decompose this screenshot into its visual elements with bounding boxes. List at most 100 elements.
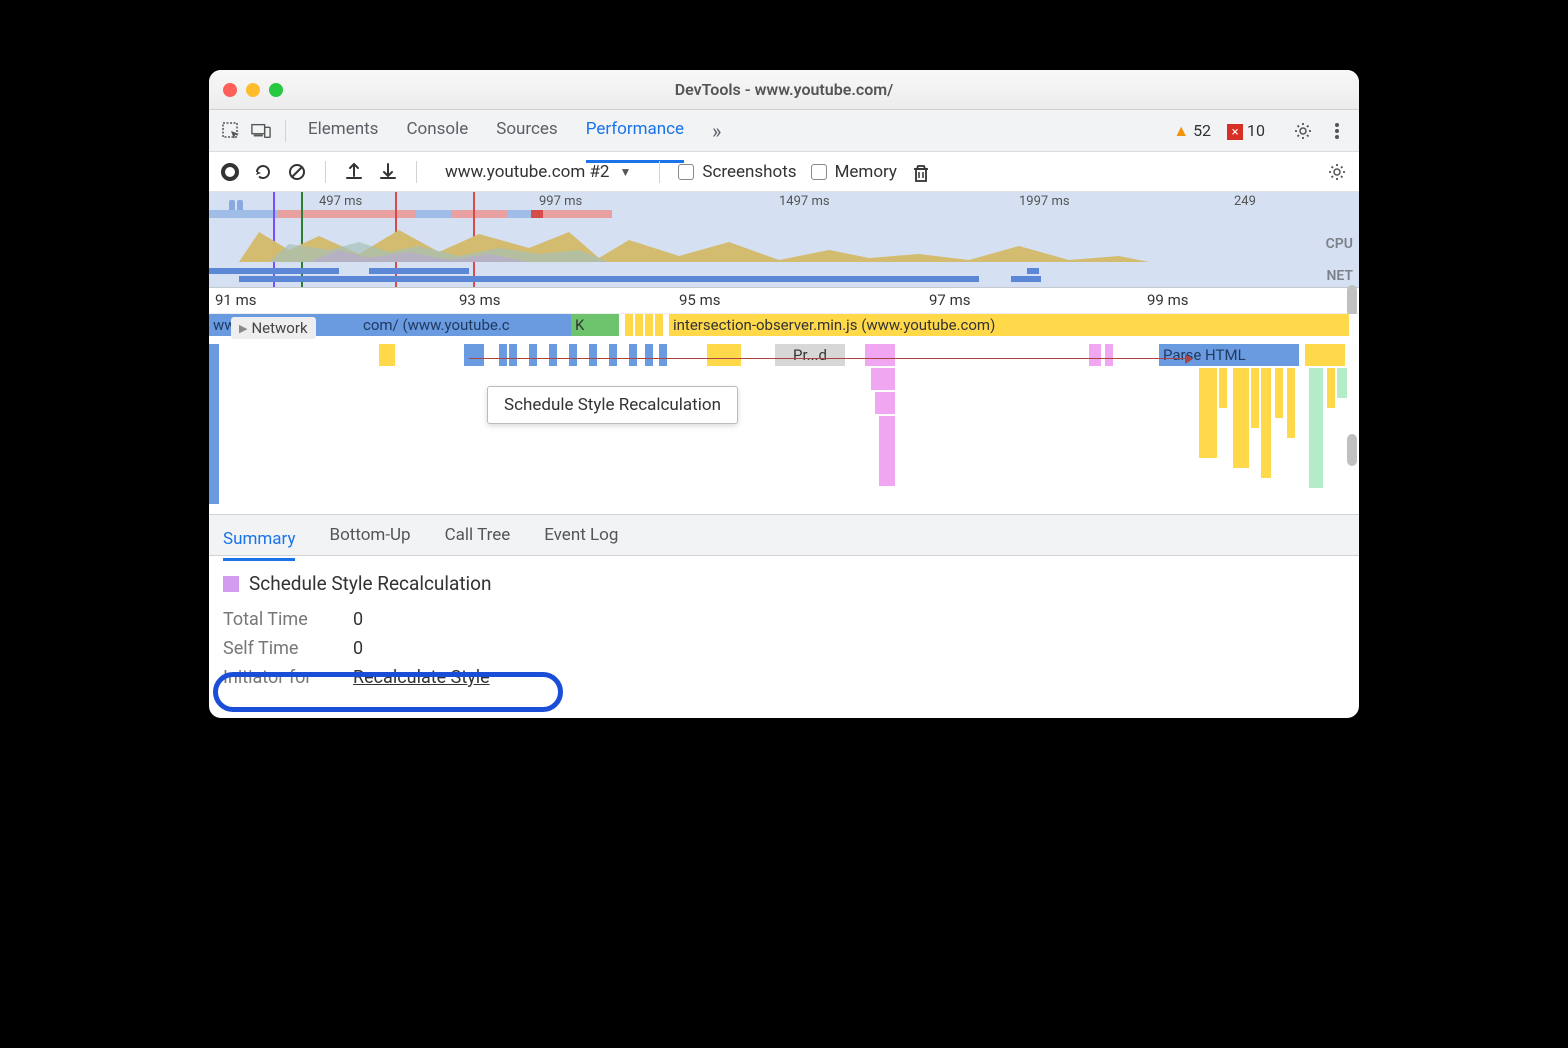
flame-bar[interactable]	[499, 344, 507, 366]
summary-header: Schedule Style Recalculation	[223, 572, 1345, 595]
flame-chart[interactable]: www com/ (www.youtube.c K intersection-o…	[209, 314, 1359, 514]
flame-bar[interactable]: K	[571, 314, 587, 336]
flame-parse-html[interactable]: Parse HTML	[1159, 344, 1299, 366]
flame-evaluate-script[interactable]: intersection-observer.min.js (www.youtub…	[669, 314, 1349, 336]
profile-select[interactable]: www.youtube.com #2 ▼	[435, 162, 641, 182]
network-section-toggle[interactable]: ▶ Network	[231, 317, 316, 339]
flame-bar[interactable]	[707, 344, 741, 366]
tab-sources[interactable]: Sources	[496, 110, 557, 152]
event-name: Schedule Style Recalculation	[249, 572, 491, 595]
flame-bar[interactable]	[659, 344, 667, 366]
titlebar: DevTools - www.youtube.com/	[209, 70, 1359, 110]
warning-icon: ▲	[1173, 121, 1189, 140]
flame-bar[interactable]	[625, 314, 633, 336]
download-icon[interactable]	[378, 162, 398, 182]
checkbox-box	[811, 164, 827, 180]
flame-bar[interactable]	[609, 344, 617, 366]
record-button[interactable]	[221, 163, 239, 181]
screenshots-checkbox[interactable]: Screenshots	[678, 162, 796, 182]
divider	[659, 161, 660, 183]
tab-performance[interactable]: Performance	[586, 110, 684, 163]
device-icon[interactable]	[251, 121, 271, 141]
flame-bar[interactable]	[645, 314, 653, 336]
flame-bar[interactable]	[635, 314, 643, 336]
scrollbar-thumb[interactable]	[1347, 434, 1357, 466]
flame-bar[interactable]	[529, 344, 537, 366]
flame-bar[interactable]	[379, 344, 387, 366]
kebab-icon[interactable]	[1327, 121, 1347, 141]
main-toolbar: Elements Console Sources Performance » ▲…	[209, 110, 1359, 152]
flame-bar[interactable]	[464, 344, 484, 366]
total-time-row: Total Time 0	[223, 609, 1345, 630]
initiator-arrow	[469, 358, 1189, 359]
perf-settings-icon[interactable]	[1327, 162, 1347, 182]
initiator-row: Initiator for Recalculate Style	[223, 667, 1345, 688]
minimize-button[interactable]	[246, 83, 260, 97]
window-title: DevTools - www.youtube.com/	[209, 80, 1359, 99]
flame-bar[interactable]	[1105, 344, 1113, 366]
flame-bar[interactable]	[875, 392, 895, 414]
issues-group: ▲ 52 × 10	[1173, 121, 1265, 141]
chevron-right-icon: ▶	[239, 322, 247, 335]
flame-bar[interactable]	[655, 314, 663, 336]
chevron-down-icon: ▼	[619, 165, 631, 179]
arrow-head-icon	[1185, 354, 1193, 364]
flame-bar[interactable]: com/ (www.youtube.c	[359, 314, 571, 336]
self-time-row: Self Time 0	[223, 638, 1345, 659]
maximize-button[interactable]	[269, 83, 283, 97]
divider	[285, 120, 286, 142]
devtools-window: DevTools - www.youtube.com/ Elements Con…	[209, 70, 1359, 718]
panel-tabs: Elements Console Sources Performance »	[308, 110, 1163, 152]
flame-bar[interactable]	[569, 344, 577, 366]
tab-bottom-up[interactable]: Bottom-Up	[329, 516, 410, 554]
category-swatch	[223, 576, 239, 592]
upload-icon[interactable]	[344, 162, 364, 182]
tabs-overflow[interactable]: »	[712, 110, 721, 152]
errors-count[interactable]: × 10	[1227, 121, 1265, 141]
flame-bar[interactable]	[865, 344, 895, 366]
flame-bar[interactable]	[509, 344, 517, 366]
flame-bar[interactable]	[1305, 344, 1345, 366]
flame-bar[interactable]	[549, 344, 557, 366]
flame-bar[interactable]	[629, 344, 637, 366]
profile-name: www.youtube.com #2	[445, 162, 609, 182]
timeline-ruler[interactable]: 91 ms 93 ms 95 ms 97 ms 99 ms	[209, 288, 1359, 314]
flame-bar[interactable]	[871, 368, 895, 390]
flame-bar[interactable]	[879, 416, 895, 486]
detail-tabs: Summary Bottom-Up Call Tree Event Log	[209, 514, 1359, 556]
tab-elements[interactable]: Elements	[308, 110, 378, 152]
overview-timeline[interactable]: 497 ms 997 ms 1497 ms 1997 ms 249	[209, 192, 1359, 288]
tab-console[interactable]: Console	[406, 110, 468, 152]
net-label: NET	[1326, 268, 1353, 284]
tab-summary[interactable]: Summary	[223, 520, 295, 561]
checkbox-box	[678, 164, 694, 180]
tab-event-log[interactable]: Event Log	[544, 516, 618, 554]
flame-bar[interactable]	[387, 344, 395, 366]
error-icon: ×	[1227, 124, 1243, 140]
inspect-icon[interactable]	[221, 121, 241, 141]
flame-bar[interactable]	[645, 344, 653, 366]
summary-pane: Schedule Style Recalculation Total Time …	[209, 556, 1359, 718]
memory-checkbox[interactable]: Memory	[811, 162, 897, 182]
flame-bar[interactable]: Pr...d	[775, 344, 845, 366]
close-button[interactable]	[223, 83, 237, 97]
divider	[416, 161, 417, 183]
tab-call-tree[interactable]: Call Tree	[445, 516, 511, 554]
initiator-link[interactable]: Recalculate Style	[353, 667, 490, 688]
scrollbar-thumb[interactable]	[1347, 285, 1357, 317]
warnings-count[interactable]: ▲ 52	[1173, 121, 1211, 141]
net-graph	[209, 268, 1359, 280]
flame-bar[interactable]	[589, 344, 597, 366]
settings-icon[interactable]	[1293, 121, 1313, 141]
cpu-graph	[209, 222, 1359, 262]
perf-toolbar: www.youtube.com #2 ▼ Screenshots Memory	[209, 152, 1359, 192]
reload-icon[interactable]	[253, 162, 273, 182]
flame-tooltip: Schedule Style Recalculation	[487, 386, 738, 424]
gc-icon[interactable]	[911, 162, 931, 182]
cpu-label: CPU	[1326, 236, 1353, 252]
flame-bar[interactable]	[1089, 344, 1101, 366]
flame-bar[interactable]	[611, 314, 619, 336]
clear-icon[interactable]	[287, 162, 307, 182]
divider	[325, 161, 326, 183]
traffic-lights	[223, 83, 283, 97]
